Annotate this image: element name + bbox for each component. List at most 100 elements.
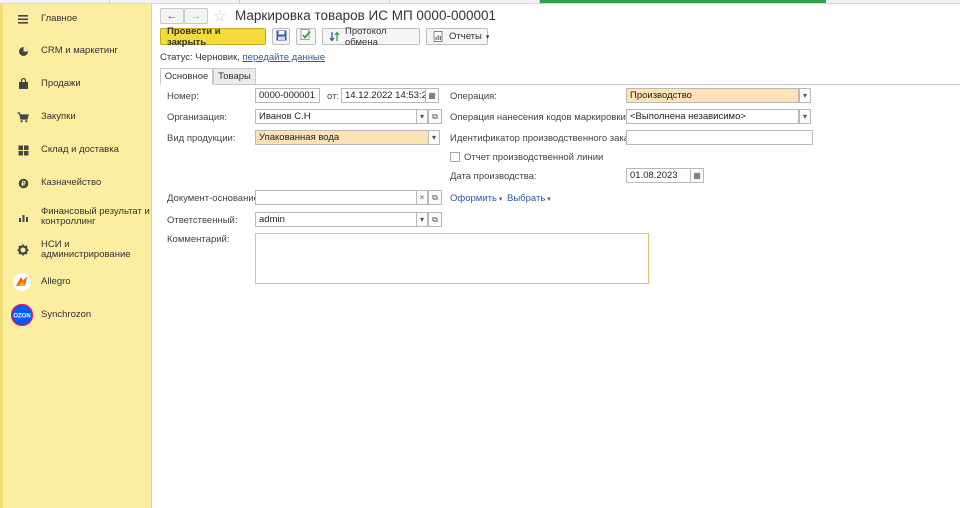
save-button[interactable] (272, 28, 290, 45)
exchange-log-button[interactable]: Протокол обмена (322, 25, 420, 48)
issue-link[interactable]: Оформить ▾ (450, 193, 502, 204)
favorite-star-icon[interactable]: ☆ (213, 7, 226, 25)
sidebar-item-warehouse[interactable]: Склад и доставка (0, 143, 152, 157)
sidebar-item-label: Финансовый результат и контроллинг (41, 206, 150, 227)
sidebar-item-label: CRM и маркетинг (41, 45, 118, 56)
allegro-logo-icon (12, 272, 32, 292)
production-date-field[interactable]: 01.08.2023 (626, 168, 691, 183)
ozon-logo-icon: OZON (11, 304, 33, 326)
coin-icon: ₽ (16, 176, 30, 190)
calendar-icon: ▦ (693, 171, 701, 180)
marking-operation-dropdown-button[interactable]: ▾ (799, 109, 811, 124)
sidebar-item-main[interactable]: Главное (0, 12, 152, 26)
responsible-label: Ответственный: (167, 215, 238, 226)
sidebar-item-financial-result[interactable]: Финансовый результат и контроллинг (0, 205, 152, 229)
sidebar-item-purchases[interactable]: Закупки (0, 110, 152, 124)
production-line-report-label: Отчет производственной линии (464, 152, 604, 163)
status-prefix: Статус: (160, 52, 193, 63)
marking-operation-select[interactable]: <Выполнена независимо> (626, 109, 799, 124)
organization-dropdown-button[interactable]: ▾ (416, 109, 428, 124)
product-type-dropdown-button[interactable]: ▾ (428, 130, 440, 145)
sidebar-item-synchrozon[interactable]: OZON Synchrozon (0, 304, 152, 326)
shopping-bag-icon (16, 77, 30, 91)
exchange-log-label: Протокол обмена (345, 25, 387, 48)
sidebar-item-label: Allegro (41, 276, 71, 287)
window-tab[interactable] (240, 0, 390, 3)
base-document-clear-button[interactable]: × (416, 190, 428, 205)
sidebar: Главное CRM и маркетинг Продажи Закупки … (0, 4, 152, 508)
pie-chart-icon (16, 44, 30, 58)
window-tab[interactable] (390, 0, 540, 3)
sidebar-item-nsi-admin[interactable]: НСИ и администрирование (0, 238, 152, 262)
responsible-field[interactable]: admin (255, 212, 417, 227)
organization-field[interactable]: Иванов С.Н (255, 109, 417, 124)
sidebar-item-label: Казначейство (41, 177, 102, 188)
responsible-dropdown-button[interactable]: ▾ (416, 212, 428, 227)
operation-label: Операция: (450, 91, 497, 102)
close-icon: × (419, 193, 425, 202)
product-type-select[interactable]: Упакованная вода (255, 130, 429, 145)
sidebar-item-crm[interactable]: CRM и маркетинг (0, 44, 152, 58)
sidebar-item-label: Synchrozon (41, 309, 92, 320)
marking-operation-label: Операция нанесения кодов маркировки: (450, 112, 629, 123)
reports-label: Отчеты (449, 31, 482, 42)
organization-open-button[interactable]: ⧉ (428, 109, 442, 124)
window-tab[interactable] (0, 0, 110, 3)
report-icon (433, 31, 444, 42)
comment-textarea[interactable] (255, 233, 649, 284)
production-order-id-field[interactable] (626, 130, 813, 145)
base-document-label: Документ-основание: (167, 193, 262, 204)
svg-text:₽: ₽ (21, 180, 26, 188)
post-and-close-button[interactable]: Провести и закрыть (160, 26, 266, 48)
operation-select[interactable]: Производство (626, 88, 799, 103)
tab-main[interactable]: Основное (160, 68, 213, 85)
transfer-data-link[interactable]: передайте данные (243, 52, 326, 63)
select-link[interactable]: Выбрать ▾ (507, 193, 551, 204)
bar-chart-icon (16, 210, 30, 224)
production-date-label: Дата производства: (450, 171, 537, 182)
sidebar-item-sales[interactable]: Продажи (0, 77, 152, 91)
number-field[interactable]: 0000-000001 (255, 88, 320, 103)
production-line-report-checkbox[interactable] (450, 152, 460, 162)
warehouse-grid-icon (16, 143, 30, 157)
sidebar-item-allegro[interactable]: Allegro (0, 272, 152, 292)
page-title: Маркировка товаров ИС МП 0000-000001 (235, 8, 496, 23)
sidebar-item-label: Закупки (41, 111, 76, 122)
window-tab-active[interactable] (540, 0, 826, 3)
sidebar-item-treasury[interactable]: ₽ Казначейство (0, 176, 152, 190)
organization-label: Организация: (167, 112, 227, 123)
open-window-icon: ⧉ (432, 214, 438, 224)
calendar-icon: ▦ (428, 91, 436, 100)
sidebar-item-label: Главное (41, 13, 78, 24)
responsible-open-button[interactable]: ⧉ (428, 212, 442, 227)
open-window-icon: ⧉ (432, 111, 438, 121)
base-document-open-button[interactable]: ⧉ (428, 190, 442, 205)
calendar-button[interactable]: ▦ (425, 88, 439, 103)
chevron-down-icon: ▾ (485, 33, 490, 41)
reports-button[interactable]: Отчеты ▾ (426, 28, 490, 45)
floppy-disk-icon (276, 30, 287, 44)
shopping-cart-icon (16, 110, 30, 124)
operation-dropdown-button[interactable]: ▾ (799, 88, 811, 103)
status-line: Статус: Черновик, передайте данные (160, 52, 325, 63)
base-document-field[interactable] (255, 190, 417, 205)
date-field[interactable]: 14.12.2022 14:53:23 (341, 88, 426, 103)
tab-divider (160, 84, 960, 85)
chevron-down-icon: ▾ (431, 133, 436, 142)
chevron-down-icon: ▾ (419, 112, 424, 121)
exchange-icon (329, 31, 340, 42)
production-order-id-label: Идентификатор производственного заказа: (450, 133, 642, 144)
forward-button[interactable]: → (184, 8, 208, 24)
gear-icon (16, 243, 30, 257)
post-button[interactable] (296, 28, 316, 45)
product-type-label: Вид продукции: (167, 133, 236, 144)
back-button[interactable]: ← (160, 8, 184, 24)
open-window-icon: ⧉ (432, 192, 438, 202)
chevron-down-icon: ▾ (547, 196, 551, 203)
tab-goods[interactable]: Товары (213, 68, 256, 85)
comment-label: Комментарий: (167, 234, 230, 245)
production-date-calendar-button[interactable]: ▦ (690, 168, 704, 183)
number-label: Номер: (167, 91, 199, 102)
window-tab[interactable] (110, 0, 240, 3)
chevron-down-icon: ▾ (802, 91, 807, 100)
